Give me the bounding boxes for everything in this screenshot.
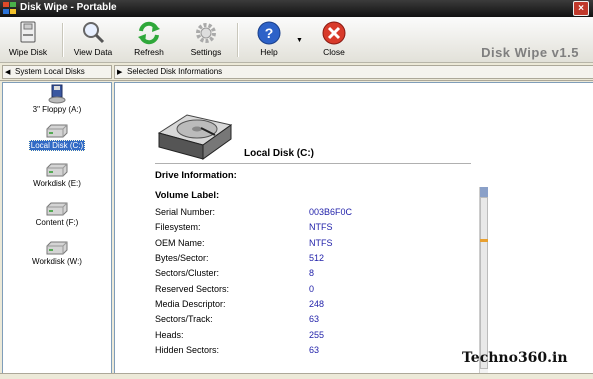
info-key: Media Descriptor: — [155, 299, 226, 309]
info-value: 512 — [309, 253, 325, 263]
refresh-icon — [138, 21, 160, 45]
info-value: NTFS — [309, 222, 333, 232]
system-local-disks-label: System Local Disks — [15, 67, 85, 76]
drive-item-f[interactable]: Content (F:) — [3, 201, 111, 227]
info-key: OEM Name: — [155, 238, 205, 248]
drive-label-f: Content (F:) — [35, 218, 79, 227]
app-icon — [3, 2, 16, 14]
help-icon: ? — [257, 21, 281, 45]
info-key: Sectors/Track: — [155, 314, 213, 324]
system-local-disks-header[interactable]: ◀ System Local Disks — [2, 65, 112, 79]
info-value: 0 — [309, 284, 315, 294]
window-title: Disk Wipe - Portable — [20, 2, 117, 13]
info-value: 63 — [309, 345, 320, 355]
help-dropdown-arrow[interactable]: ▼ — [296, 37, 303, 44]
scroll-thumb[interactable] — [480, 197, 488, 369]
refresh-label: Refresh — [134, 47, 164, 57]
info-key: Serial Number: — [155, 207, 216, 217]
gear-icon — [196, 23, 216, 43]
close-label: Close — [323, 47, 345, 57]
info-value: 248 — [309, 299, 325, 309]
info-key: Hidden Sectors: — [155, 345, 220, 355]
toolbar-separator — [237, 23, 239, 57]
info-key: Heads: — [155, 330, 184, 340]
status-bar — [0, 373, 593, 379]
info-value: 8 — [309, 268, 315, 278]
floppy-icon — [48, 84, 66, 104]
drive-item-w[interactable]: Workdisk (W:) — [3, 240, 111, 266]
drive-information-heading: Drive Information: — [155, 170, 237, 181]
hard-drive-icon — [46, 241, 68, 255]
scroll-up-button[interactable] — [480, 187, 488, 197]
info-key: Reserved Sectors: — [155, 284, 230, 294]
view-data-label: View Data — [73, 47, 113, 57]
drive-list: 3" Floppy (A:) Local Disk (C:) Workdisk … — [2, 82, 112, 374]
wipe-disk-button[interactable]: Wipe Disk — [8, 20, 48, 57]
selected-disk-label: Selected Disk Informations — [127, 67, 223, 76]
close-button[interactable]: Close — [320, 20, 348, 57]
info-value: 63 — [309, 314, 320, 324]
refresh-button[interactable]: Refresh — [132, 20, 166, 57]
info-value: 003B6F0C — [309, 207, 353, 217]
info-key: Sectors/Cluster: — [155, 268, 220, 278]
selected-disk-header[interactable]: ▶ Selected Disk Informations — [114, 65, 593, 79]
chevron-left-icon: ◀ — [5, 69, 11, 76]
title-bar: Disk Wipe - Portable × — [0, 0, 593, 17]
drive-label-c: Local Disk (C:) — [28, 140, 86, 151]
scroll-grip — [480, 239, 488, 242]
svg-text:?: ? — [265, 25, 274, 41]
hard-disk-image-icon — [157, 114, 233, 160]
info-scrollbar[interactable] — [479, 187, 488, 373]
divider — [155, 163, 471, 164]
settings-button[interactable]: Settings — [190, 20, 222, 57]
wipe-disk-label: Wipe Disk — [8, 47, 48, 57]
app-brand: Disk Wipe v1.5 — [481, 45, 579, 60]
info-value: NTFS — [309, 238, 333, 248]
toolbar-separator — [62, 23, 64, 57]
watermark: Techno360.in — [462, 350, 568, 366]
drive-item-c[interactable]: Local Disk (C:) — [3, 123, 111, 151]
drive-label-e: Workdisk (E:) — [33, 179, 81, 188]
info-key: Filesystem: — [155, 222, 201, 232]
magnifier-icon — [83, 22, 105, 44]
info-key: Bytes/Sector: — [155, 253, 209, 263]
volume-label-heading: Volume Label: — [155, 190, 220, 201]
drive-item-a[interactable]: 3" Floppy (A:) — [3, 84, 111, 114]
selected-disk-name: Local Disk (C:) — [244, 148, 315, 159]
chevron-right-icon: ▶ — [117, 69, 123, 76]
drive-label-w: Workdisk (W:) — [32, 257, 82, 266]
drive-item-e[interactable]: Workdisk (E:) — [3, 162, 111, 188]
view-data-button[interactable]: View Data — [72, 20, 114, 57]
hard-drive-icon — [46, 124, 68, 138]
hard-drive-icon — [46, 202, 68, 216]
hard-drive-icon — [46, 163, 68, 177]
pane-headers: ◀ System Local Disks ▶ Selected Disk Inf… — [0, 63, 593, 81]
wipe-disk-icon — [20, 21, 36, 43]
toolbar: Wipe Disk View Data Refresh Settings ? H… — [0, 17, 593, 63]
settings-label: Settings — [190, 47, 222, 57]
help-button[interactable]: ? Help — [256, 20, 282, 57]
window-close-button[interactable]: × — [573, 1, 589, 16]
help-label: Help — [260, 47, 278, 57]
drive-label-a: 3" Floppy (A:) — [32, 105, 82, 114]
disk-info-panel: Local Disk (C:) Drive Information: Volum… — [114, 82, 593, 374]
info-value: 255 — [309, 330, 325, 340]
close-icon — [322, 21, 346, 45]
